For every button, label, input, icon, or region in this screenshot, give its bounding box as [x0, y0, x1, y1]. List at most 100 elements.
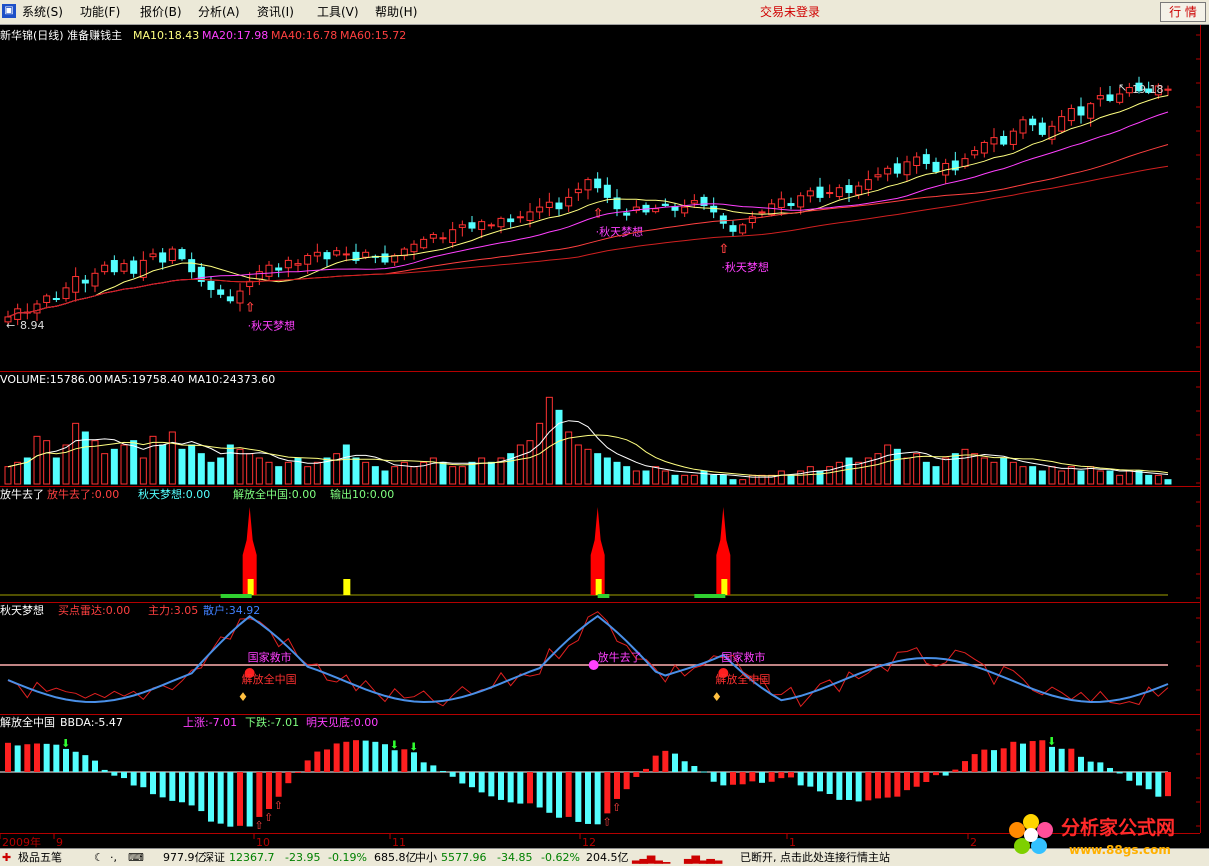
- volume-bar: [478, 457, 486, 485]
- watermark-title: 分析家公式网: [1061, 816, 1175, 839]
- volume-title: VOLUME:15786.00: [0, 373, 102, 386]
- x-label: 2009年: [2, 835, 41, 848]
- bbda-bar: [92, 760, 98, 772]
- candle-up: [91, 272, 99, 287]
- candle-down: [719, 215, 727, 224]
- candle-up: [120, 263, 128, 272]
- candle-up: [449, 229, 457, 244]
- mini-bars2-icon: ▃▅▂▃▂: [684, 851, 722, 864]
- bbda-bar: [1068, 748, 1075, 772]
- candle-up: [101, 264, 109, 273]
- bbda-bar: [140, 772, 147, 788]
- bbda-bar: [604, 772, 611, 814]
- menu-function[interactable]: 功能(F): [80, 4, 120, 20]
- candle-up: [458, 224, 466, 228]
- osc-title: 秋天梦想: [0, 603, 44, 617]
- volume-bar: [584, 448, 592, 485]
- candle-up: [1116, 93, 1124, 103]
- volume-bar: [4, 466, 12, 485]
- watermark-url: www.88gs.com: [1069, 843, 1171, 857]
- menu-tools[interactable]: 工具(V): [317, 4, 359, 20]
- candle-up: [1164, 88, 1172, 91]
- candle-up: [835, 187, 843, 198]
- bbda-bar: [720, 772, 727, 786]
- candle-up: [410, 243, 418, 253]
- bbda-bar: [643, 768, 649, 772]
- zx-name: 中小: [415, 851, 437, 864]
- volume-bar: [777, 470, 785, 485]
- candle-down: [217, 289, 225, 295]
- volume-bar: [661, 470, 669, 485]
- bbda-bar: [411, 752, 417, 772]
- bbda-bar: [1145, 772, 1152, 790]
- bbda-bar: [324, 749, 330, 772]
- stock-chart[interactable]: ⇧ ·秋天梦想 ⇧ ·秋天梦想 ⇧ ·秋天梦想 国家救市解放全中国 ♦ 国家救市解放全中国 ♦ 放…: [0, 25, 1209, 848]
- candle-down: [207, 280, 215, 290]
- candle-down: [468, 222, 476, 229]
- bbda-bar: [275, 772, 282, 797]
- bbda-bar: [933, 772, 939, 776]
- bbda-bar: [778, 772, 785, 779]
- bell-icon: ♦: [238, 690, 249, 704]
- volume-bar: [265, 461, 273, 485]
- volume-bar: [835, 461, 843, 485]
- bbda-bar: [730, 772, 736, 785]
- volume-bar: [632, 470, 640, 485]
- bbda-bar: [797, 772, 804, 786]
- connection-status[interactable]: 已断开, 点击此处连接行情主站: [740, 849, 890, 866]
- candle-down: [159, 252, 167, 263]
- signal-label: ·秋天梦想: [248, 318, 296, 332]
- ime-label[interactable]: 极品五笔: [18, 849, 62, 866]
- candle-down: [603, 184, 611, 198]
- ime-moon-icon: ☾: [94, 851, 104, 864]
- candle-up: [236, 290, 244, 304]
- bbda-bar: [314, 751, 321, 772]
- sz-amount: 685.8亿: [374, 851, 417, 864]
- bbda-bar: [1000, 748, 1007, 772]
- mini-bars-icon: ▂▃▅▂▁: [632, 851, 670, 864]
- volume-bar: [33, 435, 41, 485]
- bbda-bar: [701, 771, 707, 773]
- volume-bar: [178, 448, 186, 485]
- buy-arrow-icon: ⇧: [274, 799, 283, 812]
- menu-bar: ▣ 系统(S) 功能(F) 报价(B) 分析(A) 资讯(I) 工具(V) 帮助…: [0, 0, 1209, 25]
- volume-bar: [207, 461, 215, 485]
- candle-up: [72, 276, 80, 293]
- menu-system[interactable]: 系统(S): [22, 4, 63, 20]
- menu-info[interactable]: 资讯(I): [257, 4, 294, 20]
- candle-up: [748, 216, 756, 224]
- zx-pct: -0.62%: [541, 851, 580, 864]
- volume-bar: [304, 466, 312, 485]
- flower-icon: [1009, 814, 1053, 854]
- bbda-bar: [130, 772, 137, 786]
- bbda-bar: [304, 760, 311, 772]
- bbda-bar: [1126, 772, 1133, 781]
- bbda-bar: [565, 772, 572, 817]
- bbda-bar: [150, 772, 156, 795]
- volume-bar: [1087, 466, 1095, 485]
- candle-down: [1000, 136, 1008, 145]
- bbda-bar: [623, 772, 630, 790]
- menu-analysis[interactable]: 分析(A): [198, 4, 240, 20]
- candle-down: [81, 279, 89, 284]
- sz-value: 12367.7: [229, 851, 275, 864]
- menu-help[interactable]: 帮助(H): [375, 4, 417, 20]
- bbda-bar: [498, 772, 504, 800]
- menu-quote[interactable]: 报价(B): [140, 4, 182, 20]
- bbda-title: 解放全中国: [0, 715, 55, 729]
- volume-bar: [980, 457, 988, 485]
- candle-down: [893, 163, 901, 174]
- volume-bar: [381, 470, 389, 485]
- quote-button[interactable]: 行 情: [1160, 2, 1206, 22]
- bbda-bar: [469, 772, 475, 788]
- bbda-bar: [159, 772, 166, 798]
- bbda-bar: [894, 772, 901, 797]
- candle-up: [1096, 95, 1104, 100]
- bbda-bar: [111, 772, 118, 776]
- bbda-bar: [981, 749, 988, 772]
- candle-up: [1019, 119, 1027, 134]
- volume-bar: [130, 440, 138, 485]
- volume-bar: [91, 440, 99, 485]
- sz-name: 深证: [203, 851, 225, 864]
- candle-down: [816, 186, 824, 198]
